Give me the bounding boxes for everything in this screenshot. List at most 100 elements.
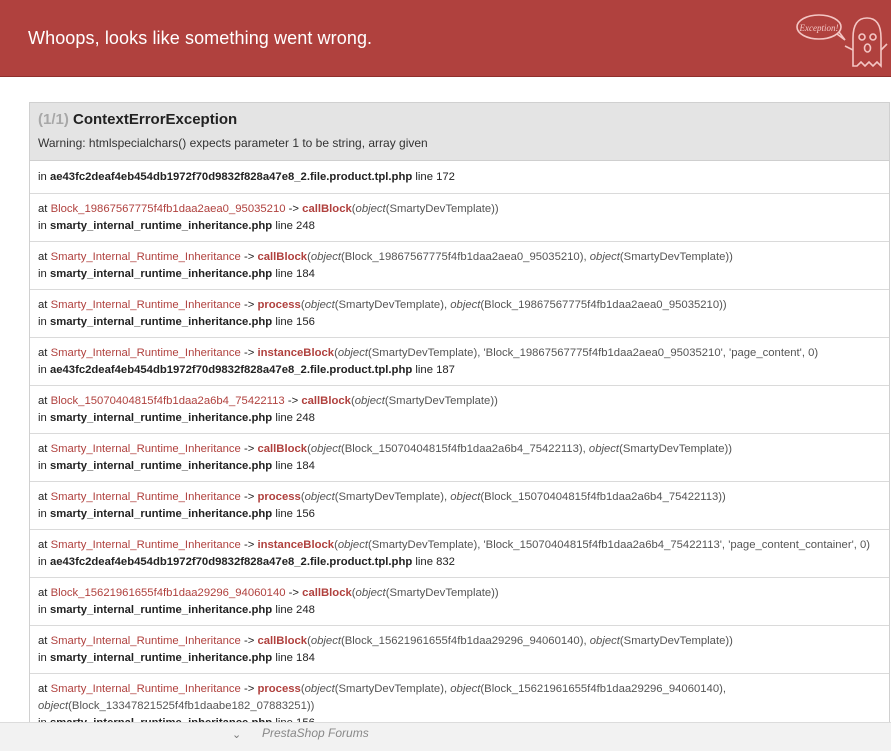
at-label: at [38, 347, 51, 359]
exception-header: (1/1) ContextErrorException Warning: htm… [30, 103, 889, 161]
in-label: in [38, 604, 50, 616]
trace-function: callBlock [257, 251, 308, 263]
trace-args: (object(SmartyDevTemplate), object(Block… [300, 491, 726, 503]
trace-function: process [257, 683, 301, 695]
stack-trace-list: at Block_19867567775f4fb1daa2aea0_950352… [30, 194, 889, 723]
exception-panel: (1/1) ContextErrorException Warning: htm… [29, 102, 890, 723]
trace-line: line 248 [272, 604, 315, 616]
at-label: at [38, 251, 51, 263]
at-label: at [38, 395, 51, 407]
trace-location: in smarty_internal_runtime_inheritance.p… [38, 314, 881, 331]
trace-args: (object(Block_15070404815f4fb1daa2a6b4_7… [307, 443, 733, 455]
trace-line: line 248 [272, 412, 315, 424]
trace-args: (object(SmartyDevTemplate)) [350, 395, 498, 407]
trace-file: smarty_internal_runtime_inheritance.php [49, 412, 273, 424]
in-label: in [38, 508, 50, 520]
trace-call: at Smarty_Internal_Runtime_Inheritance -… [38, 633, 881, 650]
trace-class: Block_15621961655f4fb1daa29296_94060140 [50, 587, 286, 599]
trace-row: at Smarty_Internal_Runtime_Inheritance -… [30, 242, 889, 290]
trace-call: at Smarty_Internal_Runtime_Inheritance -… [38, 297, 881, 314]
trace-function: instanceBlock [257, 347, 335, 359]
in-label: in [38, 412, 50, 424]
at-label: at [38, 299, 51, 311]
trace-row: at Smarty_Internal_Runtime_Inheritance -… [30, 482, 889, 530]
footer-site-name: PrestaShop Forums [262, 726, 369, 740]
trace-location: in smarty_internal_runtime_inheritance.p… [38, 218, 881, 235]
trace-line: line 172 [415, 171, 455, 183]
in-label: in [38, 652, 50, 664]
at-label: at [38, 587, 51, 599]
trace-class: Smarty_Internal_Runtime_Inheritance [50, 635, 241, 647]
trace-function: callBlock [257, 635, 308, 647]
trace-row-origin: in ae43fc2deaf4eb454db1972f70d9832f828a4… [30, 161, 889, 194]
trace-call: at Smarty_Internal_Runtime_Inheritance -… [38, 441, 881, 458]
arrow-label: -> [240, 635, 258, 647]
trace-file: smarty_internal_runtime_inheritance.php [49, 268, 273, 280]
ghost-icon: Exception! [796, 14, 888, 68]
arrow-label: -> [284, 395, 302, 407]
trace-file: smarty_internal_runtime_inheritance.php [49, 316, 273, 328]
trace-call: at Smarty_Internal_Runtime_Inheritance -… [38, 537, 881, 554]
trace-function: callBlock [302, 587, 352, 599]
trace-function: callBlock [257, 443, 308, 455]
trace-row: at Smarty_Internal_Runtime_Inheritance -… [30, 530, 889, 578]
trace-location: in smarty_internal_runtime_inheritance.p… [38, 506, 881, 523]
exception-title: (1/1) ContextErrorException [38, 111, 881, 129]
trace-row: at Block_15621961655f4fb1daa29296_940601… [30, 578, 889, 626]
at-label: at [38, 491, 51, 503]
trace-args: (object(SmartyDevTemplate)) [351, 203, 499, 215]
trace-location: in smarty_internal_runtime_inheritance.p… [38, 266, 881, 283]
in-label: in [38, 556, 50, 568]
trace-call: at Block_15070404815f4fb1daa2a6b4_754221… [38, 393, 881, 410]
arrow-label: -> [240, 299, 258, 311]
trace-call: at Smarty_Internal_Runtime_Inheritance -… [38, 489, 881, 506]
arrow-label: -> [240, 347, 258, 359]
chevron-down-icon[interactable]: ⌄ [232, 728, 241, 741]
trace-file: smarty_internal_runtime_inheritance.php [49, 460, 273, 472]
trace-call: at Block_15621961655f4fb1daa29296_940601… [38, 585, 881, 602]
arrow-label: -> [240, 251, 258, 263]
exception-count: (1/1) [38, 111, 69, 128]
in-label: in [38, 268, 50, 280]
at-label: at [38, 683, 51, 695]
trace-call: at Block_19867567775f4fb1daa2aea0_950352… [38, 201, 881, 218]
error-header: Whoops, looks like something went wrong.… [0, 0, 891, 77]
trace-args: (object(SmartyDevTemplate), object(Block… [300, 299, 727, 311]
trace-function: callBlock [301, 395, 351, 407]
in-label: in [38, 220, 50, 232]
arrow-label: -> [240, 443, 258, 455]
trace-file: smarty_internal_runtime_inheritance.php [49, 508, 273, 520]
trace-line: line 187 [412, 364, 455, 376]
in-label: in [38, 316, 50, 328]
error-title: Whoops, looks like something went wrong. [28, 28, 373, 48]
trace-line: line 184 [272, 268, 315, 280]
trace-location: in ae43fc2deaf4eb454db1972f70d9832f828a4… [38, 554, 881, 571]
at-label: at [38, 635, 51, 647]
trace-line: line 184 [272, 460, 315, 472]
trace-location: in ae43fc2deaf4eb454db1972f70d9832f828a4… [38, 362, 881, 379]
trace-location: in smarty_internal_runtime_inheritance.p… [38, 602, 881, 619]
trace-args: (object(Block_19867567775f4fb1daa2aea0_9… [307, 251, 733, 263]
exception-name: ContextErrorException [73, 111, 238, 128]
trace-class: Smarty_Internal_Runtime_Inheritance [50, 443, 241, 455]
trace-location: in smarty_internal_runtime_inheritance.p… [38, 410, 881, 427]
at-label: at [38, 539, 51, 551]
trace-row: at Block_15070404815f4fb1daa2a6b4_754221… [30, 386, 889, 434]
trace-location: in smarty_internal_runtime_inheritance.p… [38, 458, 881, 475]
trace-location: in smarty_internal_runtime_inheritance.p… [38, 650, 881, 667]
trace-row: at Smarty_Internal_Runtime_Inheritance -… [30, 626, 889, 674]
trace-row: at Smarty_Internal_Runtime_Inheritance -… [30, 290, 889, 338]
trace-row: at Block_19867567775f4fb1daa2aea0_950352… [30, 194, 889, 242]
trace-class: Smarty_Internal_Runtime_Inheritance [50, 491, 241, 503]
trace-class: Smarty_Internal_Runtime_Inheritance [50, 539, 241, 551]
browser-footer: ⌄ PrestaShop Forums [0, 722, 891, 751]
trace-file: smarty_internal_runtime_inheritance.php [49, 220, 273, 232]
trace-file: smarty_internal_runtime_inheritance.php [49, 652, 273, 664]
arrow-label: -> [240, 491, 258, 503]
trace-call: at Smarty_Internal_Runtime_Inheritance -… [38, 345, 881, 362]
trace-args: (object(SmartyDevTemplate), 'Block_15070… [334, 539, 871, 551]
at-label: at [38, 443, 51, 455]
arrow-label: -> [285, 587, 303, 599]
trace-file: ae43fc2deaf4eb454db1972f70d9832f828a47e8… [49, 364, 413, 376]
trace-row: at Smarty_Internal_Runtime_Inheritance -… [30, 434, 889, 482]
